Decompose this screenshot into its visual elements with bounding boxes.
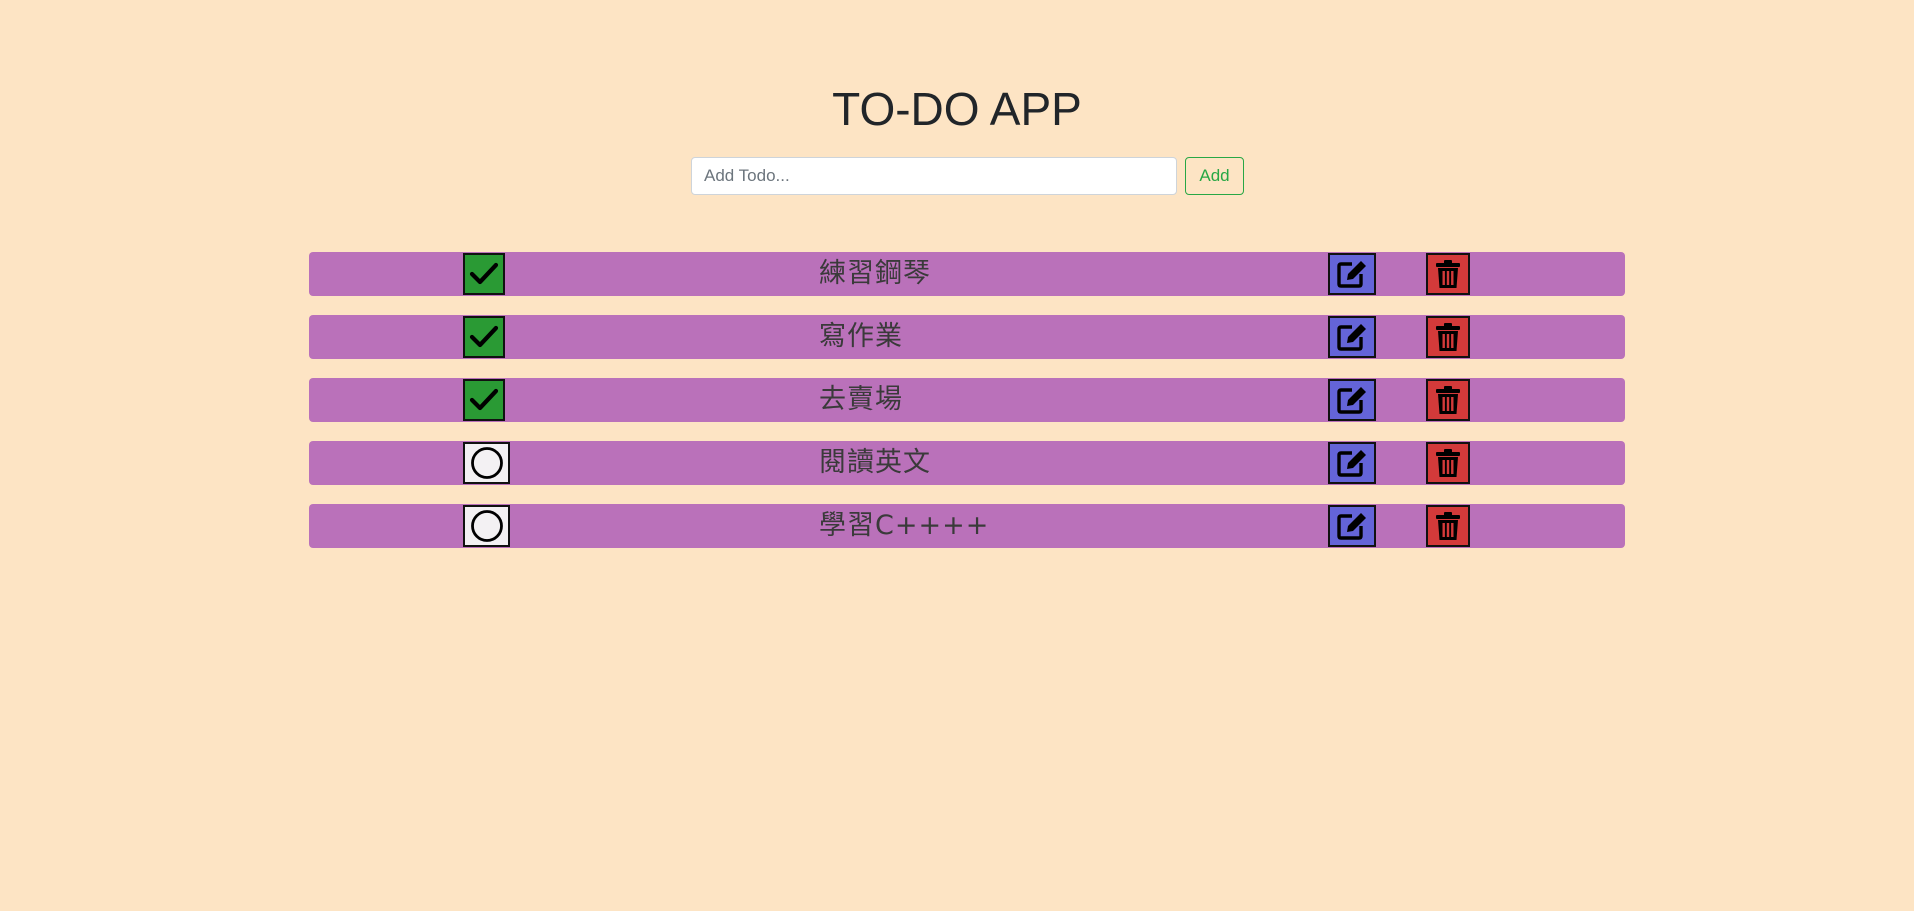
trash-icon (1434, 321, 1462, 353)
edit-button[interactable] (1328, 316, 1376, 358)
trash-icon (1434, 510, 1462, 542)
trash-icon (1434, 258, 1462, 290)
delete-button[interactable] (1426, 316, 1470, 358)
todo-item: 去賣場 (309, 378, 1625, 422)
add-todo-form: Add (691, 157, 1244, 195)
delete-button[interactable] (1426, 379, 1470, 421)
check-icon (469, 387, 499, 413)
edit-icon (1335, 447, 1369, 479)
todo-text: 去賣場 (819, 384, 903, 415)
edit-button[interactable] (1328, 442, 1376, 484)
toggle-complete-button[interactable] (463, 442, 510, 484)
toggle-complete-button[interactable] (463, 505, 510, 547)
todo-item: 寫作業 (309, 315, 1625, 359)
edit-icon (1335, 384, 1369, 416)
edit-button[interactable] (1328, 253, 1376, 295)
edit-icon (1335, 258, 1369, 290)
edit-icon (1335, 510, 1369, 542)
todo-text: 練習鋼琴 (819, 258, 931, 289)
add-button[interactable]: Add (1185, 157, 1244, 195)
delete-button[interactable] (1426, 253, 1470, 295)
todo-item: 閱讀英文 (309, 441, 1625, 485)
toggle-complete-button[interactable] (463, 253, 505, 295)
delete-button[interactable] (1426, 442, 1470, 484)
todo-item: 學習C++++ (309, 504, 1625, 548)
todo-text: 學習C++++ (819, 510, 990, 541)
todo-text: 閱讀英文 (819, 447, 931, 478)
check-icon (469, 261, 499, 287)
trash-icon (1434, 384, 1462, 416)
todo-text: 寫作業 (819, 321, 903, 352)
add-todo-input[interactable] (691, 157, 1177, 195)
app-title: TO-DO APP (832, 83, 1082, 135)
toggle-complete-button[interactable] (463, 379, 505, 421)
check-icon (469, 324, 499, 350)
trash-icon (1434, 447, 1462, 479)
edit-button[interactable] (1328, 379, 1376, 421)
delete-button[interactable] (1426, 505, 1470, 547)
circle-icon (470, 509, 504, 543)
edit-button[interactable] (1328, 505, 1376, 547)
todo-item: 練習鋼琴 (309, 252, 1625, 296)
edit-icon (1335, 321, 1369, 353)
toggle-complete-button[interactable] (463, 316, 505, 358)
circle-icon (470, 446, 504, 480)
todo-list: 練習鋼琴 寫作業 去賣場 閱讀英文 學習C++++ (309, 252, 1625, 567)
